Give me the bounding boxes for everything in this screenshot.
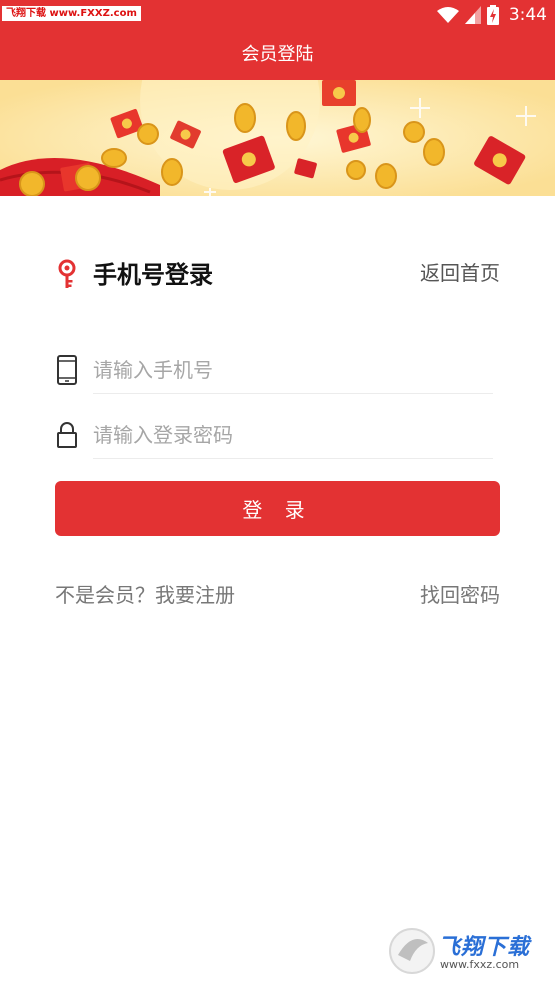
login-header: 手机号登录 返回首页 [55, 255, 500, 295]
watermark-top: 飞翔下载 www.FXXZ.com [2, 6, 141, 21]
phone-field [55, 347, 500, 395]
banner-image [0, 80, 555, 196]
password-input[interactable] [93, 412, 493, 459]
key-icon [58, 259, 76, 288]
watermark-logo: 飞翔下载 www.fxxz.com [388, 925, 548, 977]
banner-illustration [0, 80, 555, 196]
status-time: 3:44 [508, 5, 547, 25]
login-title: 手机号登录 [93, 261, 213, 289]
page-title: 会员登陆 [241, 44, 314, 65]
phone-input[interactable] [93, 347, 493, 394]
forgot-password-link[interactable]: 找回密码 [420, 580, 500, 610]
watermark-brand: 飞翔下载 [438, 935, 531, 960]
lock-icon [57, 422, 77, 448]
title-bar: 会员登陆 [0, 30, 555, 80]
status-icons: 3:44 [436, 3, 547, 27]
phone-icon [57, 355, 77, 385]
wifi-icon [436, 7, 459, 23]
status-bar: 飞翔下载 www.FXXZ.com 3:44 [0, 0, 555, 30]
back-home-link[interactable]: 返回首页 [420, 255, 500, 291]
watermark-url: www.fxxz.com [440, 958, 520, 971]
battery-icon [486, 5, 499, 25]
login-button[interactable]: 登 录 [55, 481, 500, 536]
signal-icon [464, 6, 481, 24]
password-field [55, 412, 500, 460]
register-link[interactable]: 不是会员？我要注册 [55, 580, 235, 610]
